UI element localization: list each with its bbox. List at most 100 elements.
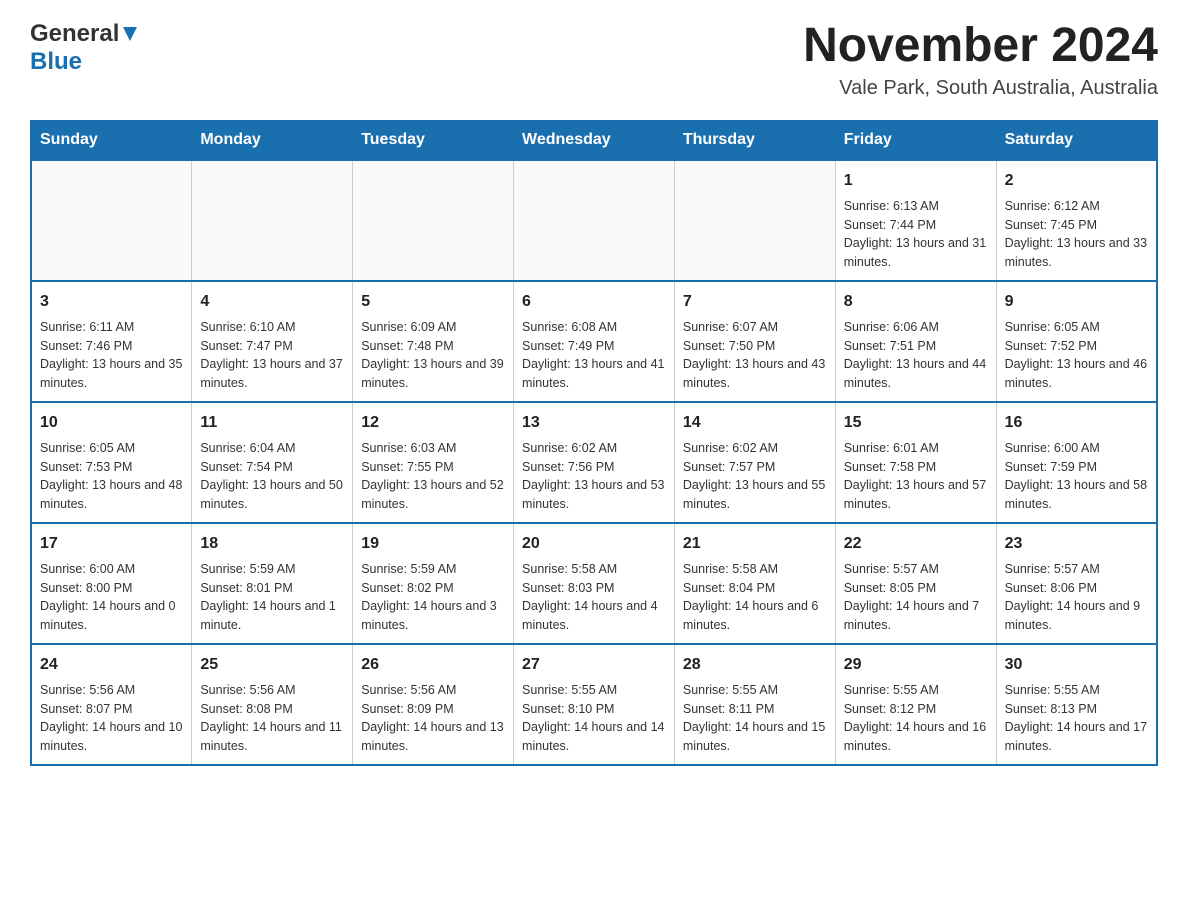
day-number: 1	[844, 169, 988, 193]
day-number: 22	[844, 532, 988, 556]
day-info: Sunrise: 6:08 AMSunset: 7:49 PMDaylight:…	[522, 318, 666, 393]
day-info: Sunrise: 6:13 AMSunset: 7:44 PMDaylight:…	[844, 197, 988, 272]
calendar-table: SundayMondayTuesdayWednesdayThursdayFrid…	[30, 120, 1158, 766]
day-info: Sunrise: 6:07 AMSunset: 7:50 PMDaylight:…	[683, 318, 827, 393]
calendar-cell: 2Sunrise: 6:12 AMSunset: 7:45 PMDaylight…	[996, 160, 1157, 281]
day-number: 26	[361, 653, 505, 677]
calendar-cell	[514, 160, 675, 281]
day-info: Sunrise: 5:55 AMSunset: 8:11 PMDaylight:…	[683, 681, 827, 756]
day-number: 25	[200, 653, 344, 677]
col-header-wednesday: Wednesday	[514, 120, 675, 160]
calendar-cell: 11 Sunrise: 6:04 AMSunset: 7:54 PMDayligh…	[192, 402, 353, 523]
calendar-cell: 8 Sunrise: 6:06 AMSunset: 7:51 PMDaylight…	[835, 281, 996, 402]
col-header-friday: Friday	[835, 120, 996, 160]
day-number: 18	[200, 532, 344, 556]
calendar-cell: 30 Sunrise: 5:55 AMSunset: 8:13 PMDayligh…	[996, 644, 1157, 765]
page-header: General Blue November 2024 Vale Park, So…	[30, 20, 1158, 100]
calendar-cell: 6 Sunrise: 6:08 AMSunset: 7:49 PMDaylight…	[514, 281, 675, 402]
logo-general-text: General	[30, 20, 119, 48]
day-info: Sunrise: 6:05 AMSunset: 7:52 PMDaylight:…	[1005, 318, 1148, 393]
week-row-3: 10 Sunrise: 6:05 AMSunset: 7:53 PMDayligh…	[31, 402, 1157, 523]
day-number: 9	[1005, 290, 1148, 314]
calendar-cell: 28 Sunrise: 5:55 AMSunset: 8:11 PMDayligh…	[674, 644, 835, 765]
calendar-cell: 16 Sunrise: 6:00 AMSunset: 7:59 PMDayligh…	[996, 402, 1157, 523]
day-number: 10	[40, 411, 183, 435]
day-info: Sunrise: 5:57 AMSunset: 8:05 PMDaylight:…	[844, 560, 988, 635]
logo-blue-text: Blue	[30, 48, 82, 75]
day-number: 16	[1005, 411, 1148, 435]
calendar-cell	[31, 160, 192, 281]
day-number: 24	[40, 653, 183, 677]
day-number: 5	[361, 290, 505, 314]
week-row-2: 3 Sunrise: 6:11 AMSunset: 7:46 PMDaylight…	[31, 281, 1157, 402]
day-info: Sunrise: 6:00 AMSunset: 7:59 PMDaylight:…	[1005, 439, 1148, 514]
day-info: Sunrise: 6:09 AMSunset: 7:48 PMDaylight:…	[361, 318, 505, 393]
calendar-cell: 7 Sunrise: 6:07 AMSunset: 7:50 PMDaylight…	[674, 281, 835, 402]
day-number: 30	[1005, 653, 1148, 677]
calendar-cell: 14 Sunrise: 6:02 AMSunset: 7:57 PMDayligh…	[674, 402, 835, 523]
day-info: Sunrise: 6:04 AMSunset: 7:54 PMDaylight:…	[200, 439, 344, 514]
day-info: Sunrise: 5:58 AMSunset: 8:03 PMDaylight:…	[522, 560, 666, 635]
calendar-cell: 9 Sunrise: 6:05 AMSunset: 7:52 PMDaylight…	[996, 281, 1157, 402]
calendar-cell: 4 Sunrise: 6:10 AMSunset: 7:47 PMDaylight…	[192, 281, 353, 402]
week-row-1: 1 Sunrise: 6:13 AMSunset: 7:44 PMDaylight…	[31, 160, 1157, 281]
calendar-cell	[192, 160, 353, 281]
logo: General Blue	[30, 20, 139, 76]
day-number: 20	[522, 532, 666, 556]
location-text: Vale Park, South Australia, Australia	[803, 77, 1158, 100]
calendar-cell: 18 Sunrise: 5:59 AMSunset: 8:01 PMDayligh…	[192, 523, 353, 644]
day-info: Sunrise: 5:56 AMSunset: 8:09 PMDaylight:…	[361, 681, 505, 756]
calendar-cell: 26 Sunrise: 5:56 AMSunset: 8:09 PMDayligh…	[353, 644, 514, 765]
day-number: 12	[361, 411, 505, 435]
day-info: Sunrise: 5:55 AMSunset: 8:12 PMDaylight:…	[844, 681, 988, 756]
day-info: Sunrise: 6:02 AMSunset: 7:56 PMDaylight:…	[522, 439, 666, 514]
logo-arrow-icon	[121, 25, 139, 48]
day-number: 3	[40, 290, 183, 314]
day-info: Sunrise: 6:03 AMSunset: 7:55 PMDaylight:…	[361, 439, 505, 514]
day-info: Sunrise: 5:59 AMSunset: 8:01 PMDaylight:…	[200, 560, 344, 635]
calendar-cell: 12 Sunrise: 6:03 AMSunset: 7:55 PMDayligh…	[353, 402, 514, 523]
calendar-cell	[353, 160, 514, 281]
day-info: Sunrise: 5:55 AMSunset: 8:10 PMDaylight:…	[522, 681, 666, 756]
calendar-cell: 17Sunrise: 6:00 AMSunset: 8:00 PMDayligh…	[31, 523, 192, 644]
day-number: 19	[361, 532, 505, 556]
day-number: 23	[1005, 532, 1148, 556]
day-number: 14	[683, 411, 827, 435]
title-block: November 2024 Vale Park, South Australia…	[803, 20, 1158, 100]
day-info: Sunrise: 6:10 AMSunset: 7:47 PMDaylight:…	[200, 318, 344, 393]
day-number: 15	[844, 411, 988, 435]
calendar-cell: 19 Sunrise: 5:59 AMSunset: 8:02 PMDayligh…	[353, 523, 514, 644]
calendar-cell: 10 Sunrise: 6:05 AMSunset: 7:53 PMDayligh…	[31, 402, 192, 523]
day-number: 28	[683, 653, 827, 677]
calendar-cell: 22 Sunrise: 5:57 AMSunset: 8:05 PMDayligh…	[835, 523, 996, 644]
calendar-cell: 27Sunrise: 5:55 AMSunset: 8:10 PMDayligh…	[514, 644, 675, 765]
col-header-thursday: Thursday	[674, 120, 835, 160]
day-number: 17	[40, 532, 183, 556]
day-info: Sunrise: 6:11 AMSunset: 7:46 PMDaylight:…	[40, 318, 183, 393]
day-info: Sunrise: 5:56 AMSunset: 8:07 PMDaylight:…	[40, 681, 183, 756]
calendar-cell	[674, 160, 835, 281]
day-number: 7	[683, 290, 827, 314]
day-info: Sunrise: 6:02 AMSunset: 7:57 PMDaylight:…	[683, 439, 827, 514]
day-info: Sunrise: 6:05 AMSunset: 7:53 PMDaylight:…	[40, 439, 183, 514]
calendar-cell: 3 Sunrise: 6:11 AMSunset: 7:46 PMDaylight…	[31, 281, 192, 402]
day-number: 21	[683, 532, 827, 556]
calendar-cell: 23 Sunrise: 5:57 AMSunset: 8:06 PMDayligh…	[996, 523, 1157, 644]
day-info: Sunrise: 5:55 AMSunset: 8:13 PMDaylight:…	[1005, 681, 1148, 756]
day-number: 4	[200, 290, 344, 314]
day-info: Sunrise: 6:06 AMSunset: 7:51 PMDaylight:…	[844, 318, 988, 393]
day-number: 8	[844, 290, 988, 314]
day-number: 29	[844, 653, 988, 677]
day-number: 6	[522, 290, 666, 314]
col-header-monday: Monday	[192, 120, 353, 160]
week-row-4: 17Sunrise: 6:00 AMSunset: 8:00 PMDayligh…	[31, 523, 1157, 644]
day-info: Sunrise: 6:01 AMSunset: 7:58 PMDaylight:…	[844, 439, 988, 514]
day-info: Sunrise: 5:57 AMSunset: 8:06 PMDaylight:…	[1005, 560, 1148, 635]
col-header-sunday: Sunday	[31, 120, 192, 160]
calendar-cell: 25Sunrise: 5:56 AMSunset: 8:08 PMDayligh…	[192, 644, 353, 765]
week-row-5: 24 Sunrise: 5:56 AMSunset: 8:07 PMDayligh…	[31, 644, 1157, 765]
day-number: 11	[200, 411, 344, 435]
calendar-header-row: SundayMondayTuesdayWednesdayThursdayFrid…	[31, 120, 1157, 160]
calendar-cell: 21Sunrise: 5:58 AMSunset: 8:04 PMDayligh…	[674, 523, 835, 644]
day-info: Sunrise: 5:59 AMSunset: 8:02 PMDaylight:…	[361, 560, 505, 635]
